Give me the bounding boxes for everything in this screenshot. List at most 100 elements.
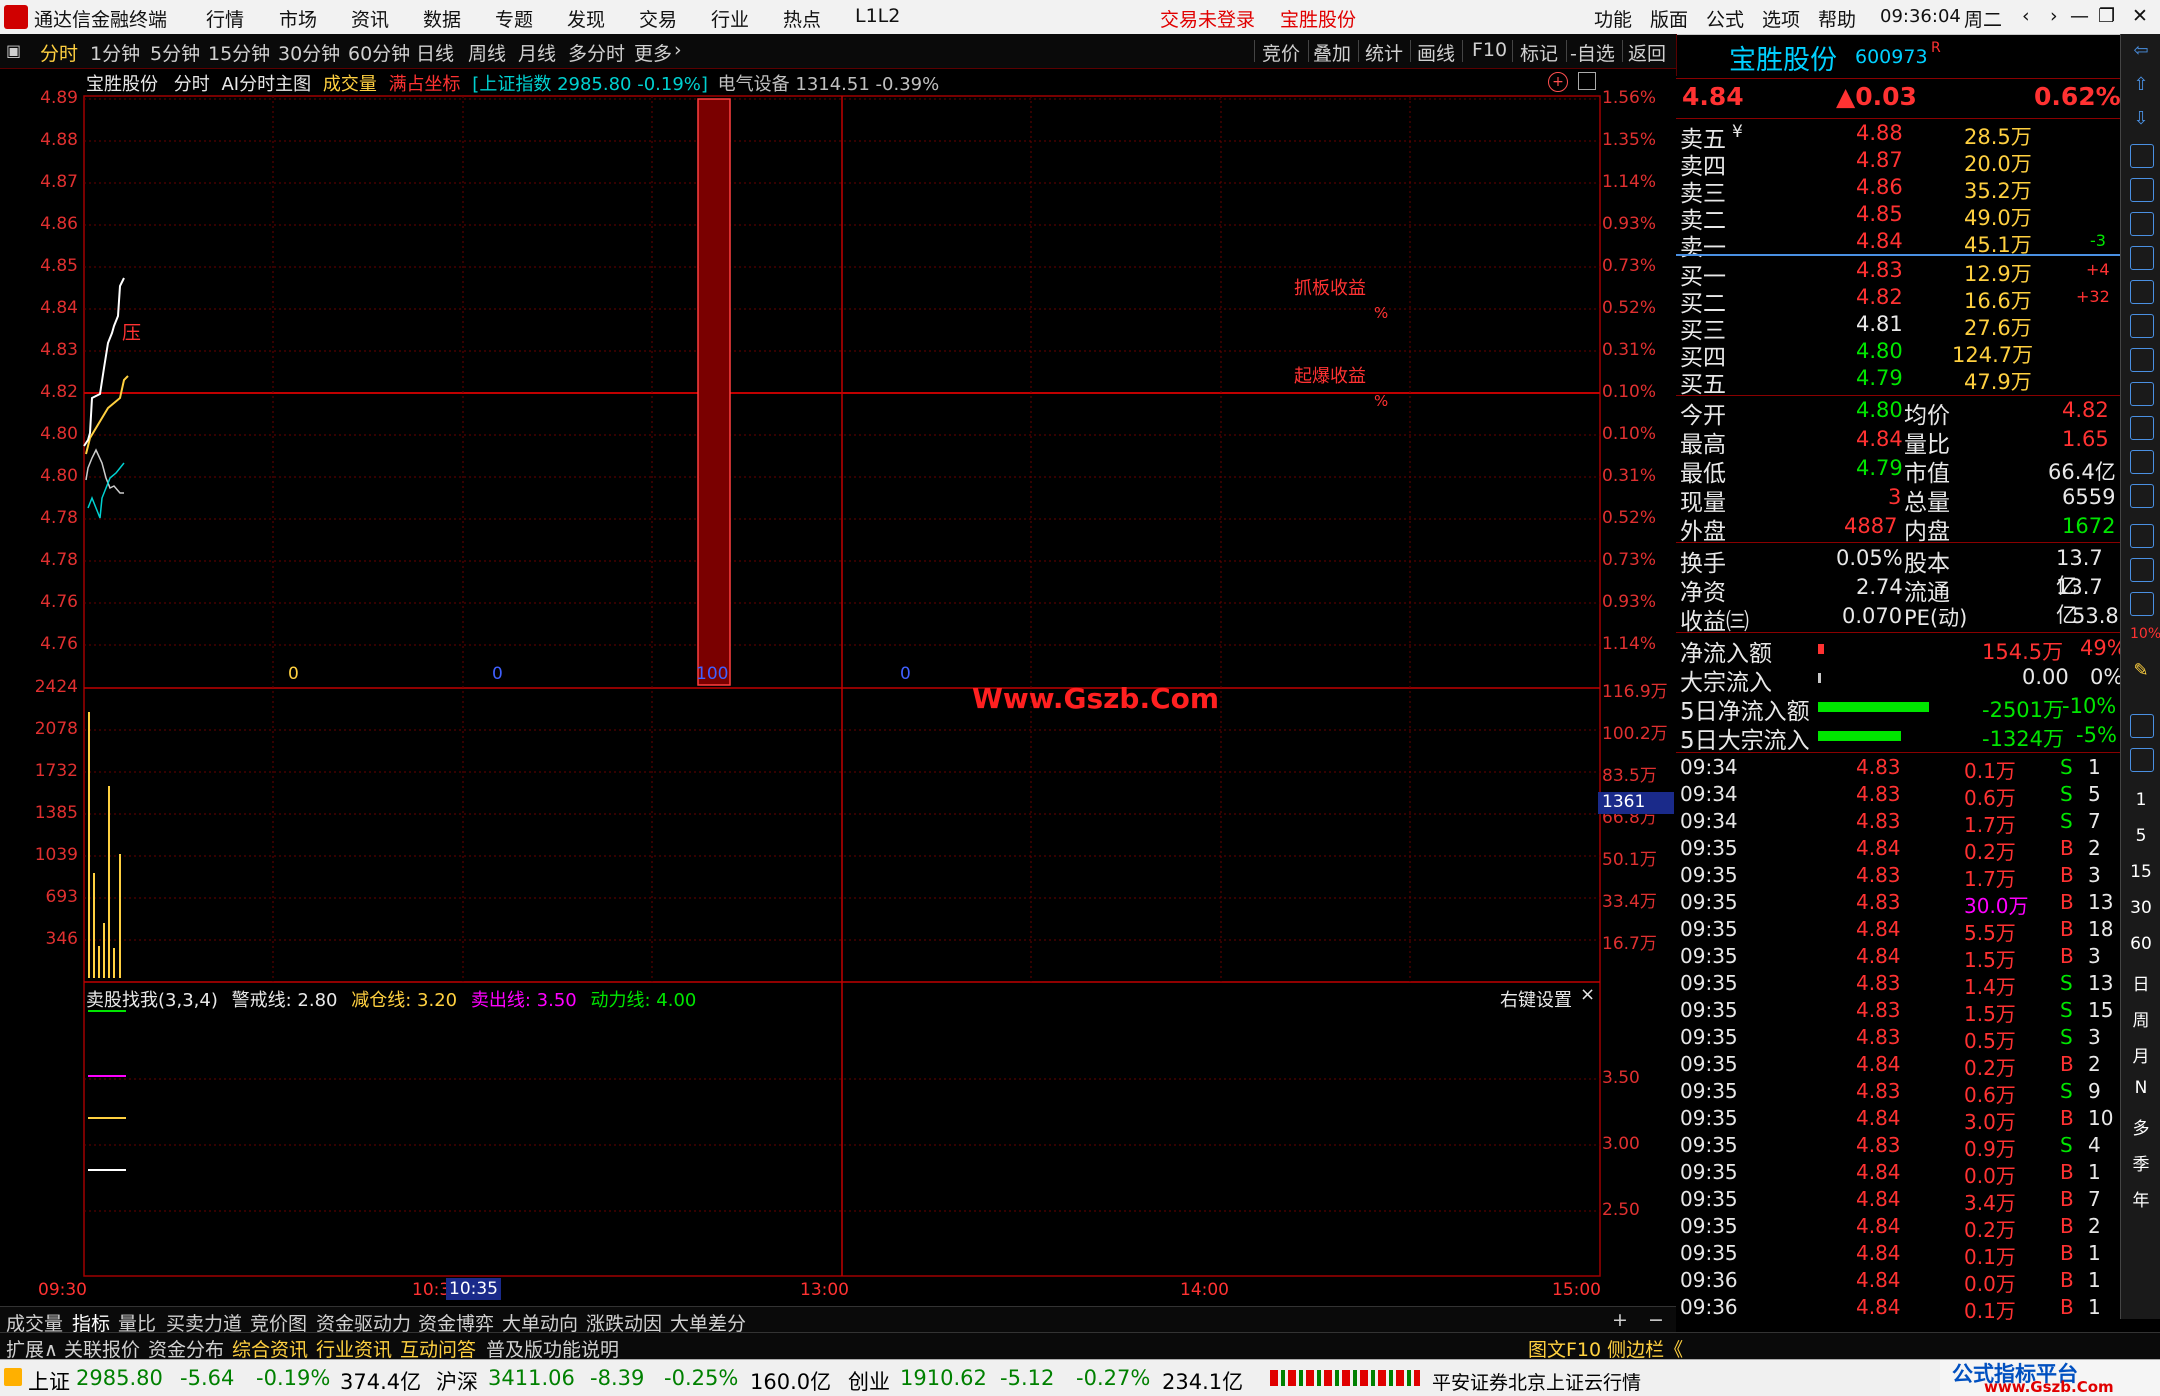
order-row[interactable]: 买五 4.79 47.9万 bbox=[1676, 365, 2120, 398]
tab-hudong-wenda[interactable]: 互动问答 bbox=[400, 1335, 476, 1362]
btn-biaoji[interactable]: 标记 bbox=[1520, 39, 1558, 66]
tick-row[interactable]: 09:36 4.84 0.0万 B 1 bbox=[1676, 1267, 2120, 1296]
tab-zonghe-zixun[interactable]: 综合资讯 bbox=[232, 1335, 308, 1362]
order-row[interactable]: 买一 4.83 12.9万 +4 bbox=[1676, 257, 2120, 290]
indicator-name[interactable]: 卖股找我(3,3,4) bbox=[86, 990, 218, 1011]
f10-icon[interactable] bbox=[2130, 314, 2154, 338]
btn-tongji[interactable]: 统计 bbox=[1365, 39, 1403, 66]
candlestick-icon[interactable] bbox=[2130, 246, 2154, 270]
tick-row[interactable]: 09:35 4.84 1.5万 B 3 bbox=[1676, 943, 2120, 972]
quote-list-icon[interactable] bbox=[2130, 144, 2154, 168]
tab-30min[interactable]: 30分钟 bbox=[278, 39, 340, 66]
grid-toggle-icon[interactable]: ▣ bbox=[6, 41, 21, 60]
tab-kuozhan[interactable]: 扩展∧ bbox=[6, 1335, 58, 1362]
order-row[interactable]: 买四 4.80 124.7万 bbox=[1676, 338, 2120, 371]
sidebar-period-multi[interactable]: 多 bbox=[2121, 1114, 2160, 1139]
tab-week[interactable]: 周线 bbox=[468, 39, 506, 66]
back-arrow-icon[interactable]: ‹ bbox=[2022, 5, 2030, 27]
tick-row[interactable]: 09:34 4.83 0.6万 S 5 bbox=[1676, 781, 2120, 810]
f5-icon[interactable] bbox=[2130, 714, 2154, 738]
switch-icon[interactable] bbox=[2130, 748, 2154, 772]
menu-hangqing[interactable]: 行情 bbox=[206, 5, 244, 32]
order-row[interactable]: 卖二 4.85 49.0万 bbox=[1676, 201, 2120, 234]
trade-login-status[interactable]: 交易未登录 bbox=[1160, 5, 1255, 32]
sidebar-period-60[interactable]: 60 bbox=[2121, 934, 2160, 954]
sh-label[interactable]: 上证 bbox=[28, 1366, 70, 1396]
btn-jingjia[interactable]: 竞价 bbox=[1262, 39, 1300, 66]
btn-fanhui[interactable]: 返回 bbox=[1628, 39, 1666, 66]
finance-icon[interactable] bbox=[2130, 382, 2154, 406]
menu-gongshi[interactable]: 公式 bbox=[1706, 5, 1744, 32]
right-click-settings[interactable]: 右键设置 bbox=[1500, 986, 1572, 1012]
wave-icon[interactable] bbox=[2130, 524, 2154, 548]
history-icon[interactable] bbox=[2130, 450, 2154, 474]
tick-row[interactable]: 09:34 4.83 0.1万 S 1 bbox=[1676, 754, 2120, 783]
stock-link[interactable]: 宝胜股份 bbox=[1280, 5, 1356, 32]
sidebar-period-season[interactable]: 季 bbox=[2121, 1150, 2160, 1175]
table-icon[interactable] bbox=[2130, 178, 2154, 202]
menu-zixun[interactable]: 资讯 bbox=[351, 5, 389, 32]
sidebar-period-month[interactable]: 月 bbox=[2121, 1042, 2160, 1067]
menu-gongneng[interactable]: 功能 bbox=[1594, 5, 1632, 32]
tick-row[interactable]: 09:36 4.84 0.1万 B 1 bbox=[1676, 1294, 2120, 1323]
sidebar-period-day[interactable]: 日 bbox=[2121, 970, 2160, 995]
tick-row[interactable]: 09:35 4.84 5.5万 B 18 bbox=[1676, 916, 2120, 945]
tab-zijin-fenbu[interactable]: 资金分布 bbox=[148, 1335, 224, 1362]
menu-xuanxiang[interactable]: 选项 bbox=[1762, 5, 1800, 32]
menu-hangye[interactable]: 行业 bbox=[711, 5, 749, 32]
tab-guanlian-baojia[interactable]: 关联报价 bbox=[64, 1335, 140, 1362]
btn-f10[interactable]: F10 bbox=[1472, 39, 1507, 61]
percent-icon[interactable]: 10% bbox=[2130, 626, 2160, 648]
menu-jiaoyi[interactable]: 交易 bbox=[639, 5, 677, 32]
menu-shuju[interactable]: 数据 bbox=[423, 5, 461, 32]
tick-row[interactable]: 09:35 4.83 30.0万 B 13 bbox=[1676, 889, 2120, 918]
close-icon[interactable]: ✕ bbox=[2132, 5, 2148, 27]
menu-zhuanti[interactable]: 专题 bbox=[495, 5, 533, 32]
tick-row[interactable]: 09:35 4.84 3.4万 B 7 bbox=[1676, 1186, 2120, 1215]
order-row[interactable]: 卖四 4.87 20.0万 bbox=[1676, 147, 2120, 180]
cy-label[interactable]: 创业 bbox=[848, 1366, 890, 1396]
order-row[interactable]: 卖三 4.86 35.2万 bbox=[1676, 174, 2120, 207]
tick-row[interactable]: 09:35 4.83 1.5万 S 15 bbox=[1676, 997, 2120, 1026]
menu-redian[interactable]: 热点 bbox=[783, 5, 821, 32]
tab-5min[interactable]: 5分钟 bbox=[150, 39, 200, 66]
order-row[interactable]: 买二 4.82 16.6万 +32 bbox=[1676, 284, 2120, 317]
tick-row[interactable]: 09:35 4.83 0.5万 S 3 bbox=[1676, 1024, 2120, 1053]
add-tab-button[interactable]: + bbox=[1612, 1309, 1628, 1331]
arrow-up-icon[interactable]: ⇧ bbox=[2130, 74, 2152, 96]
tab-1min[interactable]: 1分钟 bbox=[90, 39, 140, 66]
tick-row[interactable]: 09:35 4.83 1.7万 B 3 bbox=[1676, 862, 2120, 891]
tab-hangye-zixun[interactable]: 行业资讯 bbox=[316, 1335, 392, 1362]
menu-shichang[interactable]: 市场 bbox=[279, 5, 317, 32]
sidebar-period-1[interactable]: 1 bbox=[2121, 790, 2160, 810]
f12-icon[interactable] bbox=[2130, 416, 2154, 440]
tab-more[interactable]: 更多 bbox=[634, 39, 672, 66]
menu-faxian[interactable]: 发现 bbox=[567, 5, 605, 32]
indicator-close-icon[interactable]: × bbox=[1580, 984, 1595, 1005]
pencil-icon[interactable]: ✎ bbox=[2130, 660, 2152, 682]
tick-row[interactable]: 09:34 4.83 1.7万 S 7 bbox=[1676, 808, 2120, 837]
tab-60min[interactable]: 60分钟 bbox=[348, 39, 410, 66]
forward-arrow-icon[interactable]: › bbox=[2050, 5, 2058, 27]
hs-label[interactable]: 沪深 bbox=[436, 1366, 478, 1396]
tick-row[interactable]: 09:35 4.84 0.0万 B 1 bbox=[1676, 1159, 2120, 1188]
tab-multi-fenshi[interactable]: 多分时 bbox=[568, 39, 625, 66]
chevron-right-icon[interactable]: › bbox=[674, 39, 682, 61]
clock-icon[interactable] bbox=[2130, 484, 2154, 508]
tuwen-f10-toggle[interactable]: 图文F10 侧边栏《 bbox=[1528, 1335, 1683, 1362]
minimize-icon[interactable]: — bbox=[2070, 5, 2089, 27]
menu-l1l2[interactable]: L1L2 bbox=[855, 5, 900, 27]
btn-diejia[interactable]: 叠加 bbox=[1313, 39, 1351, 66]
menu-banmian[interactable]: 版面 bbox=[1650, 5, 1688, 32]
order-row[interactable]: 卖五 ¥ 4.88 28.5万 bbox=[1676, 120, 2120, 153]
tick-row[interactable]: 09:35 4.84 0.2万 B 2 bbox=[1676, 1213, 2120, 1242]
tick-row[interactable]: 09:35 4.83 1.4万 S 13 bbox=[1676, 970, 2120, 999]
tick-row[interactable]: 09:35 4.83 0.6万 S 9 bbox=[1676, 1078, 2120, 1107]
btn-zixuan[interactable]: -自选 bbox=[1570, 39, 1615, 66]
tab-fenshi[interactable]: 分时 bbox=[40, 39, 78, 66]
sidebar-period-5[interactable]: 5 bbox=[2121, 826, 2160, 846]
tick-row[interactable]: 09:35 4.83 0.9万 S 4 bbox=[1676, 1132, 2120, 1161]
line-chart-icon[interactable] bbox=[2130, 212, 2154, 236]
arrow-down-icon[interactable]: ⇩ bbox=[2130, 108, 2152, 130]
sidebar-period-year[interactable]: 年 bbox=[2121, 1186, 2160, 1211]
